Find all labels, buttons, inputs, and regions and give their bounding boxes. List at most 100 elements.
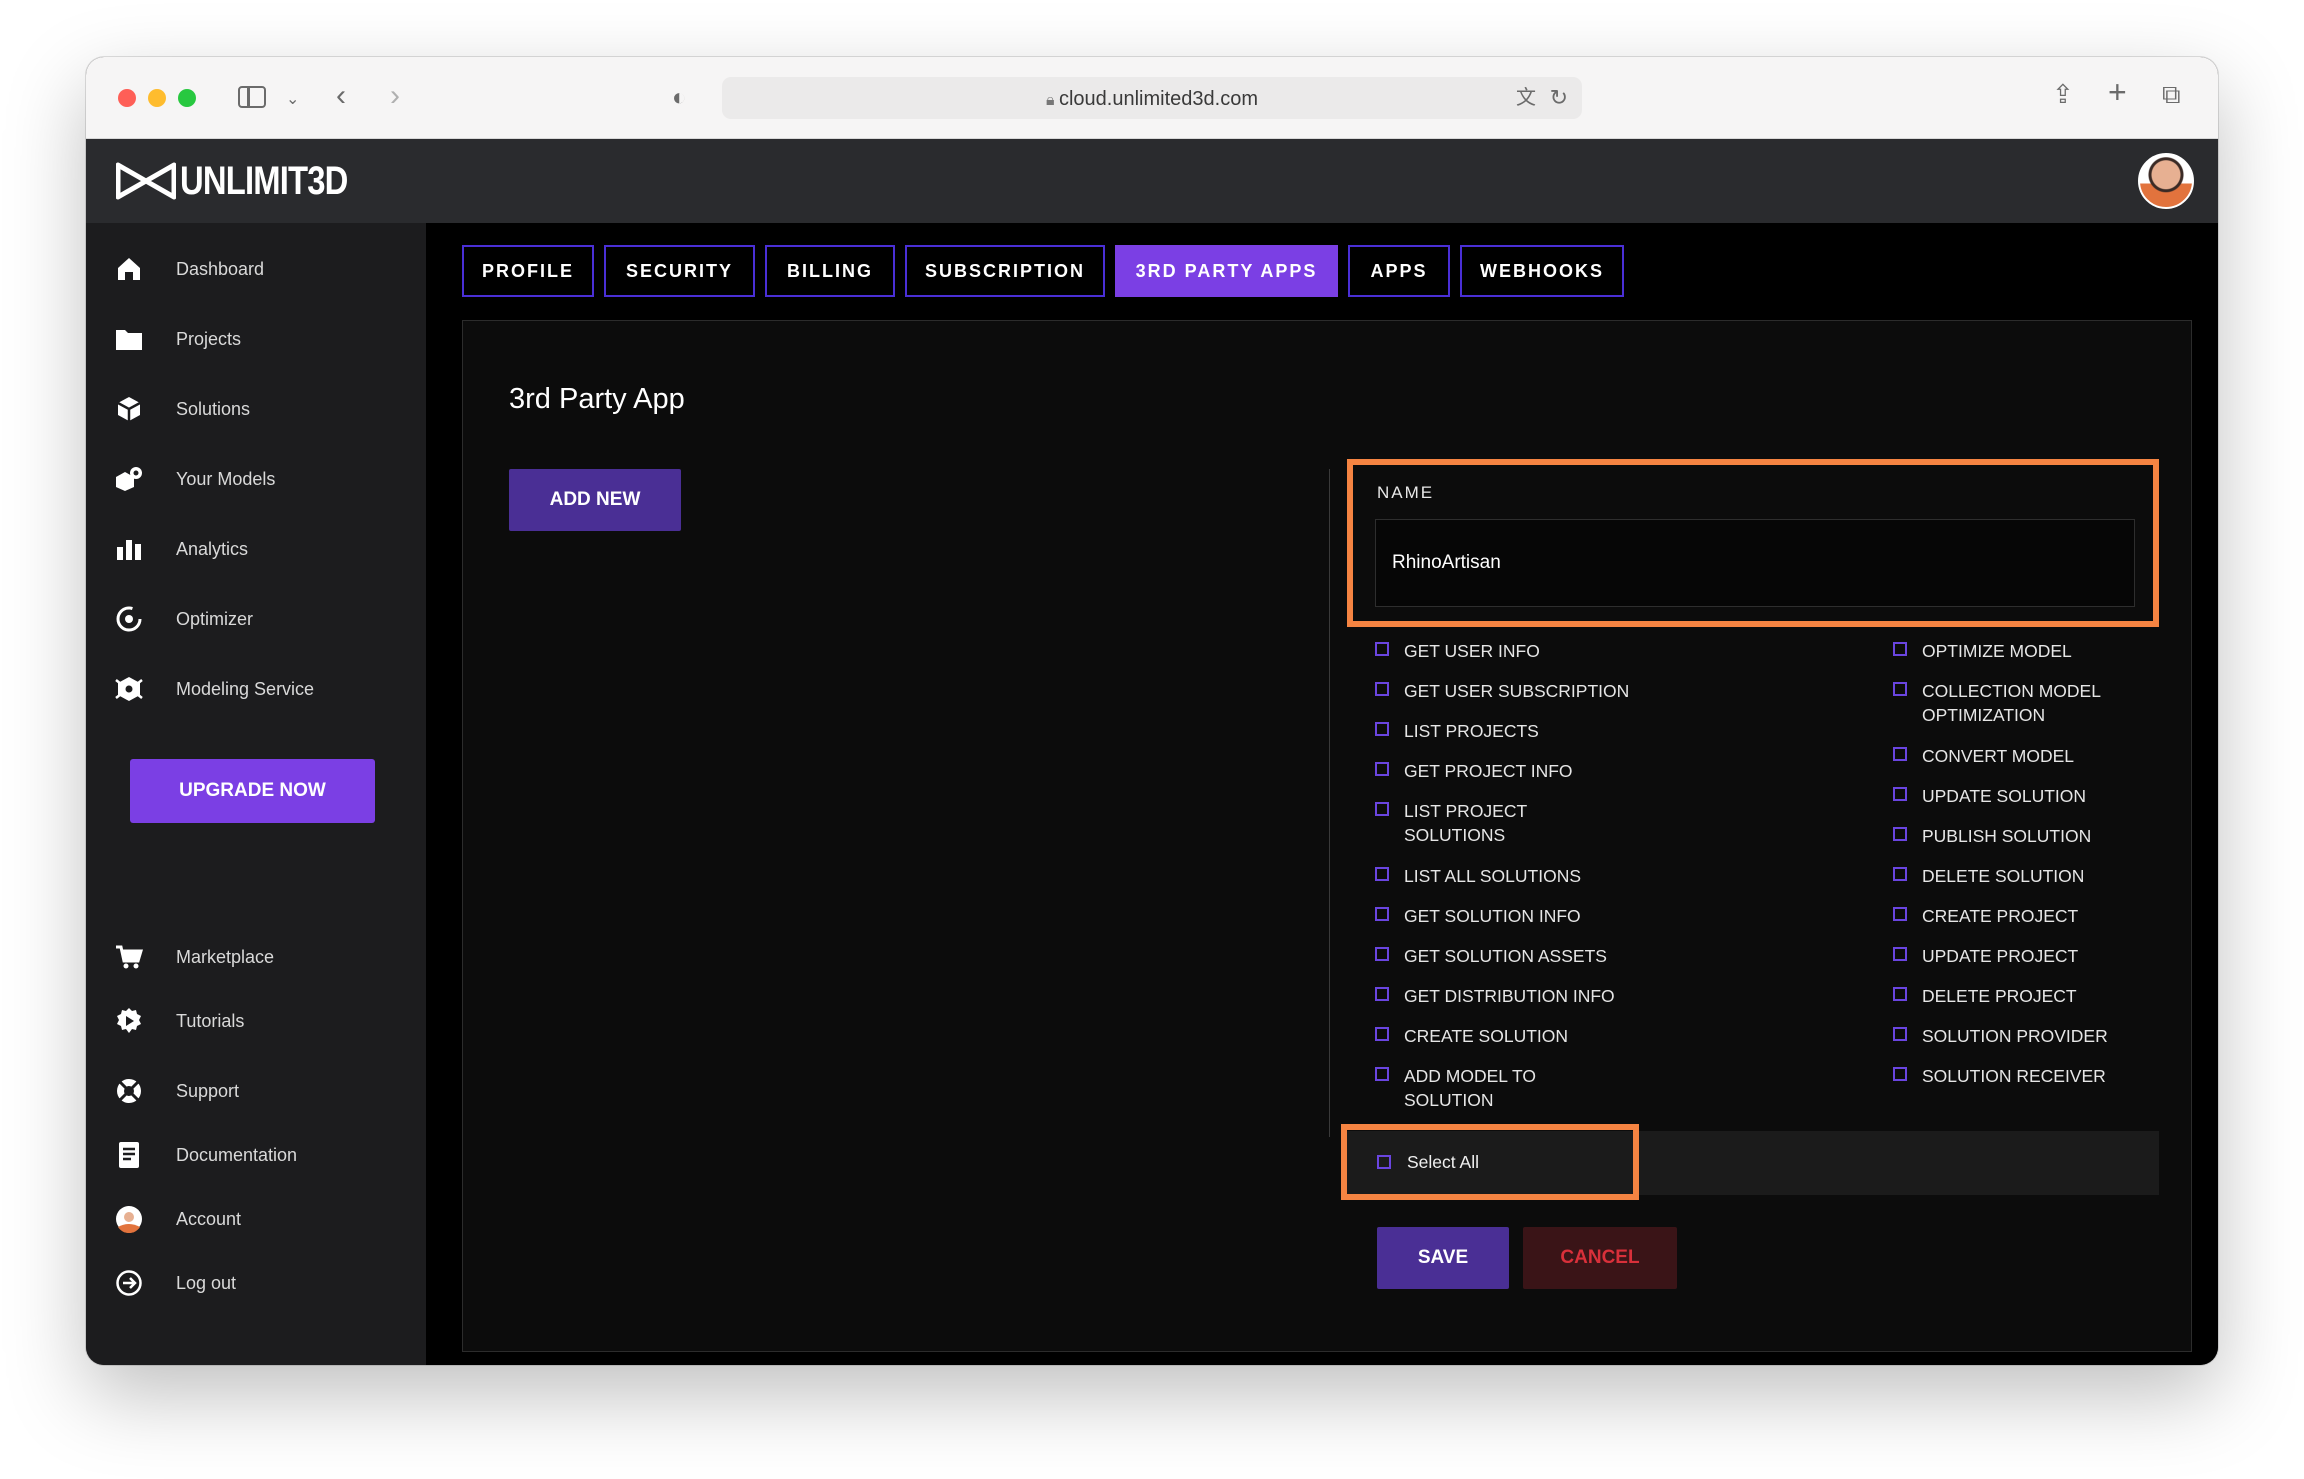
permission-update-solution[interactable]: UPDATE SOLUTION	[1893, 784, 2086, 808]
checkbox[interactable]	[1375, 642, 1389, 656]
tab-webhooks[interactable]: WEBHOOKS	[1460, 245, 1624, 297]
checkbox[interactable]	[1893, 827, 1907, 841]
permission-label: LIST ALL SOLUTIONS	[1404, 866, 1582, 886]
permission-list-project-solutions[interactable]: LIST PROJECT SOLUTIONS	[1375, 799, 1544, 847]
permission-get-solution-info[interactable]: GET SOLUTION INFO	[1375, 904, 1581, 928]
tab-apps[interactable]: APPS	[1348, 245, 1450, 297]
tab-security[interactable]: SECURITY	[604, 245, 755, 297]
checkbox[interactable]	[1375, 682, 1389, 696]
browser-toolbar: ⌄ ‹ › ◐ 🔒︎ cloud.unlimited3d.com 文 ↻ ⇪ +…	[86, 57, 2218, 139]
name-input[interactable]: RhinoArtisan	[1375, 519, 2135, 607]
permission-solution-receiver[interactable]: SOLUTION RECEIVER	[1893, 1064, 2106, 1088]
checkbox[interactable]	[1893, 907, 1907, 921]
sidebar-item-marketplace[interactable]: Marketplace	[114, 937, 274, 977]
permission-create-project[interactable]: CREATE PROJECT	[1893, 904, 2078, 928]
reload-icon[interactable]: ↻	[1550, 85, 1568, 111]
sidebar-item-modeling-service[interactable]: Modeling Service	[114, 669, 314, 709]
permission-label: COLLECTION MODEL OPTIMIZATION	[1922, 681, 2101, 725]
translate-icon[interactable]: 文	[1516, 85, 1536, 111]
sidebar-item-your-models[interactable]: Your Models	[114, 459, 275, 499]
checkbox[interactable]	[1375, 987, 1389, 1001]
checkbox[interactable]	[1893, 682, 1907, 696]
checkbox[interactable]	[1375, 907, 1389, 921]
forward-icon[interactable]: ›	[390, 81, 400, 111]
new-tab-icon[interactable]: +	[2108, 76, 2127, 108]
checkbox[interactable]	[1375, 802, 1389, 816]
permission-create-solution[interactable]: CREATE SOLUTION	[1375, 1024, 1568, 1048]
permission-delete-project[interactable]: DELETE PROJECT	[1893, 984, 2077, 1008]
checkbox[interactable]	[1893, 947, 1907, 961]
sidebar-item-label: Log out	[176, 1272, 237, 1293]
checkbox[interactable]	[1375, 947, 1389, 961]
permission-get-user-info[interactable]: GET USER INFO	[1375, 639, 1540, 663]
chevron-down-icon[interactable]: ⌄	[286, 87, 299, 113]
sidebar-item-account[interactable]: Account	[114, 1199, 241, 1239]
permission-convert-model[interactable]: CONVERT MODEL	[1893, 744, 2074, 768]
permission-label: GET USER INFO	[1404, 641, 1540, 661]
checkbox[interactable]	[1893, 747, 1907, 761]
add-new-button[interactable]: ADD NEW	[509, 469, 681, 531]
checkbox[interactable]	[1893, 642, 1907, 656]
sidebar-item-dashboard[interactable]: Dashboard	[114, 249, 264, 289]
permission-label: GET SOLUTION ASSETS	[1404, 946, 1607, 966]
permission-collection-model-optimization[interactable]: COLLECTION MODEL OPTIMIZATION	[1893, 679, 2122, 727]
back-icon[interactable]: ‹	[336, 81, 346, 111]
optimizer-icon	[114, 604, 144, 634]
checkbox[interactable]	[1375, 762, 1389, 776]
sidebar-item-label: Solutions	[176, 398, 251, 419]
sidebar-item-support[interactable]: Support	[114, 1071, 239, 1111]
sidebar-item-solutions[interactable]: Solutions	[114, 389, 250, 429]
upgrade-now-button[interactable]: UPGRADE NOW	[130, 759, 375, 823]
permission-list-all-solutions[interactable]: LIST ALL SOLUTIONS	[1375, 864, 1581, 888]
select-all-checkbox-highlight[interactable]: Select All	[1341, 1124, 1639, 1200]
divider	[1329, 469, 1330, 1137]
permission-get-user-subscription[interactable]: GET USER SUBSCRIPTION	[1375, 679, 1629, 703]
save-button[interactable]: SAVE	[1377, 1227, 1509, 1289]
checkbox[interactable]	[1375, 867, 1389, 881]
checkbox[interactable]	[1375, 722, 1389, 736]
checkbox[interactable]	[1375, 1027, 1389, 1041]
permission-get-solution-assets[interactable]: GET SOLUTION ASSETS	[1375, 944, 1607, 968]
permission-update-project[interactable]: UPDATE PROJECT	[1893, 944, 2078, 968]
permission-optimize-model[interactable]: OPTIMIZE MODEL	[1893, 639, 2072, 663]
permission-get-project-info[interactable]: GET PROJECT INFO	[1375, 759, 1573, 783]
permission-solution-provider[interactable]: SOLUTION PROVIDER	[1893, 1024, 2108, 1048]
sidebar-item-label: Optimizer	[176, 608, 254, 629]
checkbox[interactable]	[1893, 987, 1907, 1001]
zoom-window-button[interactable]	[178, 89, 196, 107]
sidebar-toggle-icon[interactable]	[238, 86, 266, 108]
sidebar-item-documentation[interactable]: Documentation	[114, 1135, 297, 1175]
checkbox[interactable]	[1893, 787, 1907, 801]
tab-subscription[interactable]: SUBSCRIPTION	[905, 245, 1105, 297]
share-icon[interactable]: ⇪	[2052, 81, 2074, 107]
permission-list-projects[interactable]: LIST PROJECTS	[1375, 719, 1539, 743]
cancel-button[interactable]: CANCEL	[1523, 1227, 1677, 1289]
sidebar-item-tutorials[interactable]: Tutorials	[114, 1001, 244, 1041]
tab-3rd-party-apps[interactable]: 3RD PARTY APPS	[1115, 245, 1338, 297]
checkbox[interactable]	[1375, 1067, 1389, 1081]
checkbox[interactable]	[1893, 867, 1907, 881]
close-window-button[interactable]	[118, 89, 136, 107]
minimize-window-button[interactable]	[148, 89, 166, 107]
sidebar-item-optimizer[interactable]: Optimizer	[114, 599, 253, 639]
tab-billing[interactable]: BILLING	[765, 245, 895, 297]
checkbox[interactable]	[1893, 1027, 1907, 1041]
permission-get-distribution-info[interactable]: GET DISTRIBUTION INFO	[1375, 984, 1615, 1008]
permission-delete-solution[interactable]: DELETE SOLUTION	[1893, 864, 2084, 888]
address-bar[interactable]: 🔒︎ cloud.unlimited3d.com 文 ↻	[722, 77, 1582, 119]
sidebar-item-projects[interactable]: Projects	[114, 319, 241, 359]
cube-icon	[114, 394, 144, 424]
tab-profile[interactable]: PROFILE	[462, 245, 594, 297]
unlimited3d-logo[interactable]: UNLIMIT3D	[116, 159, 384, 203]
user-avatar[interactable]	[2138, 153, 2194, 209]
tab-overview-icon[interactable]: ⧉	[2162, 81, 2181, 107]
permission-publish-solution[interactable]: PUBLISH SOLUTION	[1893, 824, 2091, 848]
permission-add-model-to-solution[interactable]: ADD MODEL TO SOLUTION	[1375, 1064, 1544, 1112]
shield-icon[interactable]: ◐	[672, 85, 687, 111]
sidebar-item-log-out[interactable]: Log out	[114, 1263, 236, 1303]
permission-label: CREATE SOLUTION	[1404, 1026, 1569, 1046]
checkbox[interactable]	[1893, 1067, 1907, 1081]
permission-label: DELETE PROJECT	[1922, 986, 2077, 1006]
sidebar-item-analytics[interactable]: Analytics	[114, 529, 248, 569]
select-all-checkbox[interactable]	[1377, 1155, 1391, 1169]
